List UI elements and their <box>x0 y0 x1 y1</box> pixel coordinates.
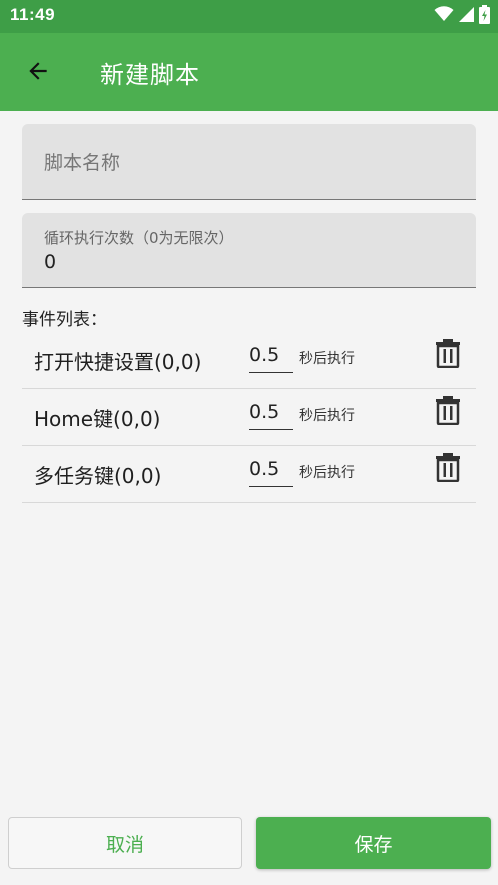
loop-count-label: 循环执行次数（0为无限次） <box>44 229 234 247</box>
delay-suffix: 秒后执行 <box>299 408 355 424</box>
save-button[interactable]: 保存 <box>256 817 491 869</box>
cancel-button[interactable]: 取消 <box>8 817 242 869</box>
delay-input[interactable]: 0.5 <box>249 342 293 373</box>
loop-count-field[interactable]: 循环执行次数（0为无限次） 0 <box>22 213 476 288</box>
event-row: 多任务键(0,0) 0.5 秒后执行 <box>22 446 476 503</box>
trash-icon <box>434 338 462 372</box>
delay-input[interactable]: 0.5 <box>249 399 293 430</box>
status-bar: 11:49 <box>0 0 498 33</box>
delete-button[interactable] <box>432 395 464 429</box>
trash-icon <box>434 395 462 429</box>
event-name: 打开快捷设置(0,0) <box>34 350 202 374</box>
delay-suffix: 秒后执行 <box>299 351 355 367</box>
event-list-title: 事件列表： <box>22 310 107 330</box>
page-title: 新建脚本 <box>100 61 200 89</box>
script-name-placeholder: 脚本名称 <box>44 152 121 174</box>
event-name: 多任务键(0,0) <box>34 464 162 488</box>
event-row: Home键(0,0) 0.5 秒后执行 <box>22 389 476 446</box>
event-name: Home键(0,0) <box>34 407 161 431</box>
trash-icon <box>434 452 462 486</box>
delete-button[interactable] <box>432 452 464 486</box>
status-time: 11:49 <box>10 5 56 24</box>
loop-count-value[interactable]: 0 <box>44 251 56 273</box>
delay-suffix: 秒后执行 <box>299 465 355 481</box>
arrow-left-icon <box>25 58 51 88</box>
script-name-field[interactable]: 脚本名称 <box>22 124 476 200</box>
back-button[interactable] <box>18 53 58 93</box>
battery-charging-icon <box>479 4 490 28</box>
app-bar: 新建脚本 <box>0 33 498 111</box>
status-icons <box>434 4 490 28</box>
wifi-icon <box>434 6 454 26</box>
delete-button[interactable] <box>432 338 464 372</box>
delay-input[interactable]: 0.5 <box>249 456 293 487</box>
signal-icon <box>458 6 475 27</box>
event-row: 打开快捷设置(0,0) 0.5 秒后执行 <box>22 332 476 389</box>
